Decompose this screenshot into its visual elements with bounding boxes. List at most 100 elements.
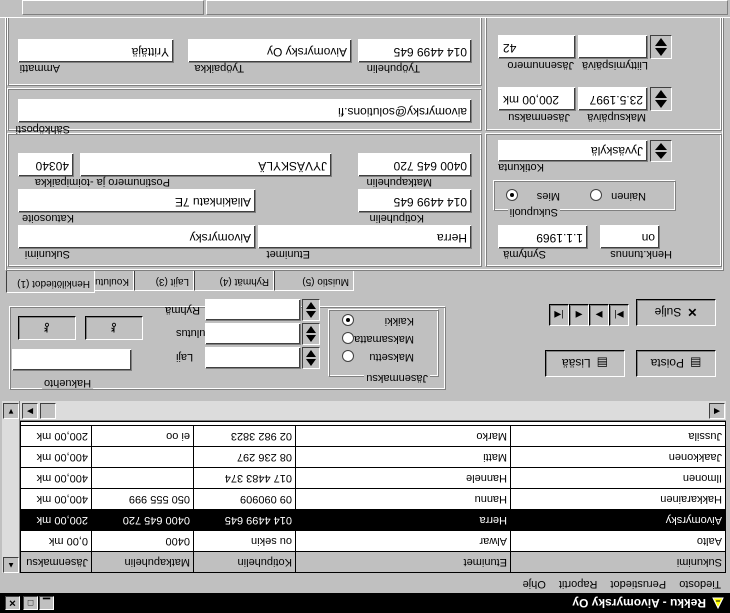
occupation-input[interactable]: Yrittäjä	[18, 39, 174, 63]
first-record-icon: |◀	[554, 310, 564, 321]
menu-item-raportit[interactable]: Raportit	[554, 578, 603, 590]
menu-item-ohje[interactable]: Ohje	[518, 578, 551, 590]
table-row[interactable]: Jussila Marko 02 982 3823 ei oo 200,00 m…	[20, 425, 725, 446]
mobile-input[interactable]: 0400 645 720	[358, 153, 472, 177]
tab-ryhmat[interactable]: Ryhmät (4)	[194, 271, 274, 291]
type-select[interactable]	[205, 347, 301, 369]
cell-matkapuhelin: 0400 645 720	[91, 510, 193, 530]
updown-icon	[655, 38, 667, 56]
fee-option-maksettu: Maksettu	[369, 351, 414, 363]
search-button-secondary[interactable]: ⚷	[85, 316, 143, 340]
table-row-selected[interactable]: Aivomyrsky Herra 014 4499 645 0400 645 7…	[20, 509, 725, 530]
payment-date-input[interactable]: 23.5.1997	[578, 87, 648, 111]
work-phone-input[interactable]: 014 4499 645	[358, 39, 472, 63]
cell-etunimet: Marko	[295, 426, 510, 446]
search-button-primary[interactable]: ⚷	[18, 316, 76, 340]
last-record-icon: ▶|	[614, 310, 624, 321]
ssn-label: Henk.tunnus	[610, 248, 672, 260]
cell-kotipuhelin: 02 982 3823	[193, 426, 295, 446]
scroll-down-button[interactable]: ▼	[3, 403, 19, 419]
close-button[interactable]: ✕ Sulje	[636, 299, 716, 326]
horizontal-scrollbar[interactable]: ◀ ▶	[20, 401, 726, 421]
cell-matkapuhelin: 0400	[91, 531, 193, 551]
updown-icon	[306, 326, 316, 342]
nav-first-button[interactable]: |◀	[549, 304, 569, 326]
vertical-scrollbar[interactable]: ▲ ▼	[2, 401, 20, 573]
last-name-input[interactable]: Aivomyrsky	[18, 225, 256, 249]
table-row[interactable]: Aalto Alwar ou sekin 0400 0,00 mk	[20, 530, 725, 551]
scroll-thumb[interactable]	[40, 403, 56, 419]
delete-icon: ▤	[690, 356, 702, 371]
cell-sukunimi: Ilmonen	[510, 468, 725, 488]
cell-jasenmaksu: 400,00 mk	[20, 489, 91, 509]
city-input[interactable]: JYVÄSKYLÄ	[80, 153, 332, 177]
member-number-input[interactable]: 42	[498, 35, 576, 59]
cell-etunimet: Hannele	[295, 468, 510, 488]
scroll-left-button[interactable]: ◀	[709, 403, 725, 419]
type-dropdown-button[interactable]	[302, 347, 320, 369]
email-input[interactable]: aivomyrsky@solutions.fi	[18, 99, 472, 123]
fee-option-maksamatta: Maksamatta	[354, 333, 414, 345]
join-date-input[interactable]	[578, 35, 648, 59]
menu-item-perustiedot[interactable]: Perustiedot	[605, 578, 671, 590]
minimize-button[interactable]: ▁	[39, 596, 54, 610]
gender-radio-mies[interactable]	[506, 189, 518, 201]
first-names-input[interactable]: Herra	[258, 225, 472, 249]
cell-etunimet: Matti	[295, 447, 510, 467]
search-text-input[interactable]	[12, 349, 132, 371]
arrow-up-icon: ▲	[7, 561, 15, 570]
menu-item-tiedosto[interactable]: Tiedosto	[674, 578, 726, 590]
fee-radio-kaikki[interactable]	[342, 314, 354, 326]
home-phone-input[interactable]: 014 4499 645	[358, 189, 472, 213]
member-table[interactable]: Sukunimi Etunimet Kotipuhelin Matkapuhel…	[20, 421, 726, 573]
payment-date-picker-button[interactable]	[650, 87, 672, 111]
table-row[interactable]: Ilmonen Hannele 017 4483 374 400,00 mk	[20, 467, 725, 488]
status-bar	[0, 0, 730, 18]
course-select[interactable]	[205, 323, 301, 345]
cell-jasenmaksu: 0,00 mk	[20, 531, 91, 551]
column-header-kotipuhelin[interactable]: Kotipuhelin	[193, 551, 295, 572]
close-button-label: Sulje	[654, 305, 682, 320]
gender-radio-nainen[interactable]	[590, 189, 602, 201]
nav-last-button[interactable]: ▶|	[609, 304, 629, 326]
column-header-etunimet[interactable]: Etunimet	[295, 551, 510, 572]
workplace-input[interactable]: Aivomyrsky Oy	[188, 39, 352, 63]
tab-muistio[interactable]: Muistio (5)	[274, 271, 354, 291]
scroll-up-button[interactable]: ▲	[3, 557, 19, 573]
table-row[interactable]: Jaakkonen Matti 08 236 297 400,00 mk	[20, 446, 725, 467]
nav-next-button[interactable]: ▶	[589, 304, 609, 326]
address-input[interactable]: Aliakinkatu 7E	[18, 189, 256, 213]
postal-code-input[interactable]: 40340	[18, 153, 74, 177]
close-window-button[interactable]: ✕	[5, 596, 20, 610]
app-icon	[712, 597, 724, 610]
birthdate-input[interactable]: 1.1.1969	[498, 225, 588, 249]
column-header-matkapuhelin[interactable]: Matkapuhelin	[91, 551, 193, 572]
fee-input[interactable]: 200,00 mk	[498, 87, 576, 111]
key-icon: ⚷	[109, 321, 119, 335]
cell-kotipuhelin: 09 090909	[193, 489, 295, 509]
fee-radio-maksamatta[interactable]	[342, 332, 354, 344]
municipality-select[interactable]: Jyväskylä	[498, 140, 648, 162]
search-group-label: Hakuehto	[42, 377, 94, 389]
occupation-label: Ammatti	[19, 62, 60, 74]
group-select[interactable]	[205, 299, 301, 321]
ssn-input[interactable]: on	[600, 225, 660, 249]
scroll-right-button[interactable]: ▶	[22, 403, 38, 419]
close-x-icon: ✕	[687, 305, 698, 320]
fee-radio-maksettu[interactable]	[342, 350, 354, 362]
maximize-button[interactable]: □	[23, 596, 38, 610]
add-button[interactable]: ▤ Lisää	[545, 350, 625, 377]
column-header-jasenmaksu[interactable]: Jäsenmaksu	[20, 551, 91, 572]
add-button-label: Lisää	[561, 356, 591, 371]
course-dropdown-button[interactable]	[302, 323, 320, 345]
cell-jasenmaksu: 200,00 mk	[20, 426, 91, 446]
delete-button[interactable]: ▤ Poista	[636, 350, 716, 377]
column-header-sukunimi[interactable]: Sukunimi	[510, 551, 725, 572]
tab-henkilotiedot[interactable]: Henkilötiedot (1)	[6, 271, 95, 293]
join-date-picker-button[interactable]	[650, 35, 672, 59]
tab-lajit[interactable]: Lajit (3)	[134, 271, 194, 291]
table-row[interactable]: Hakkarainen Hannu 09 090909 050 555 999 …	[20, 488, 725, 509]
group-dropdown-button[interactable]	[302, 299, 320, 321]
nav-prev-button[interactable]: ◀	[569, 304, 589, 326]
municipality-dropdown-button[interactable]	[650, 140, 672, 162]
